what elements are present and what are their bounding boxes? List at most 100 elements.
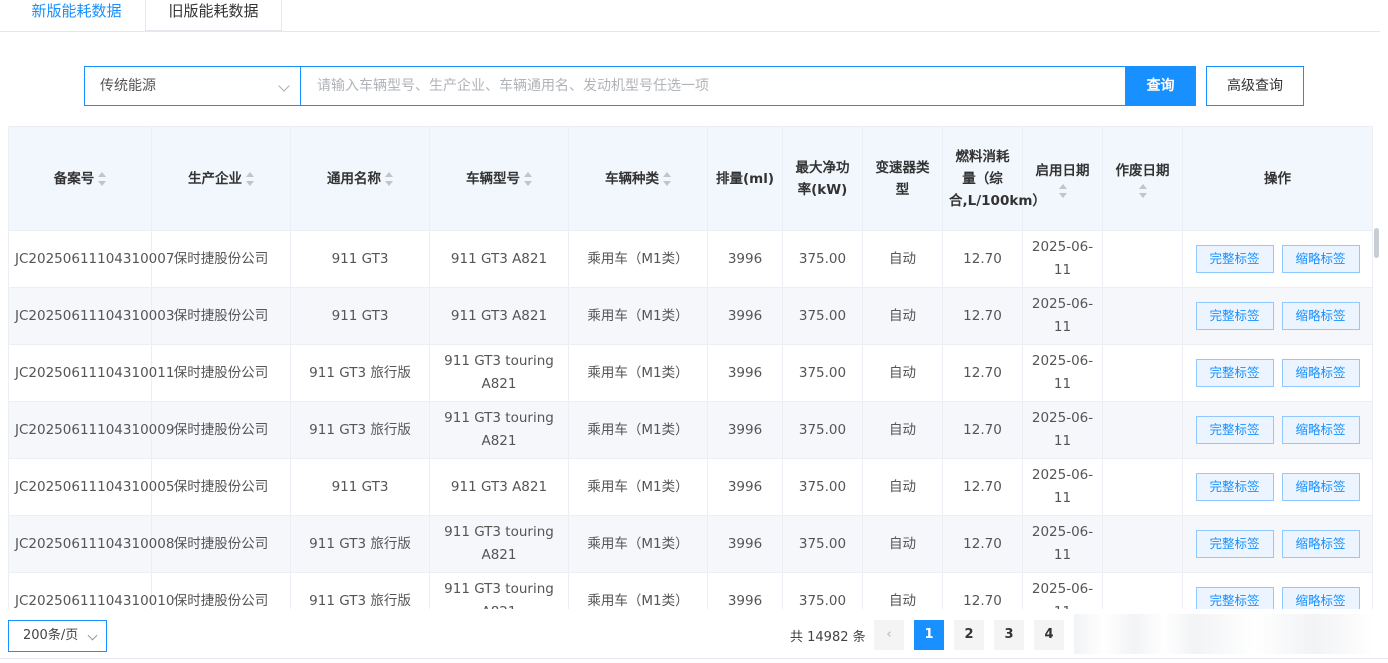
table-row: JC20250611104310009 保时捷股份公司 911 GT3 旅行版 911…	[8, 401, 1373, 459]
page-4-button[interactable]: 4	[1034, 620, 1064, 650]
sort-icon[interactable]	[1058, 183, 1067, 198]
total-count: 共 14982 条	[790, 630, 866, 645]
cell-vehicle-model: 911 GT3 touring A821	[429, 344, 569, 402]
advanced-query-button[interactable]: 高级查询	[1206, 66, 1304, 106]
col-header-vehicle-model[interactable]: 车辆型号	[429, 126, 569, 231]
table-row: JC20250611104310011 保时捷股份公司 911 GT3 旅行版 911…	[8, 344, 1373, 402]
page-size-select[interactable]: 200条/页	[8, 620, 107, 652]
cell-vehicle-category: 乘用车（M1类）	[568, 230, 708, 288]
col-header-max-power: 最大净功率(kW)	[782, 126, 863, 231]
chevron-down-icon	[87, 630, 98, 641]
cell-record-no: JC20250611104310008	[8, 515, 174, 573]
cell-vehicle-model: 911 GT3 A821	[429, 230, 569, 288]
full-label-button[interactable]: 完整标签	[1195, 416, 1274, 444]
cell-displacement: 3996	[707, 230, 783, 288]
cell-start-date: 2025-06-11	[1022, 287, 1103, 345]
sort-icon[interactable]	[524, 171, 532, 186]
page-1-button[interactable]: 1	[914, 620, 944, 650]
brief-label-button[interactable]: 缩略标签	[1281, 302, 1360, 330]
query-button[interactable]: 查询	[1125, 66, 1196, 106]
cell-transmission: 自动	[862, 515, 943, 573]
sort-icon[interactable]	[1138, 183, 1147, 198]
cell-common-name: 911 GT3 旅行版	[290, 344, 430, 402]
cell-max-power: 375.00	[782, 401, 863, 459]
col-header-vehicle-category[interactable]: 车辆种类	[568, 126, 708, 231]
cell-void-date	[1102, 344, 1183, 402]
cell-max-power: 375.00	[782, 458, 863, 516]
cell-vehicle-category: 乘用车（M1类）	[568, 401, 708, 459]
cell-common-name: 911 GT3	[290, 230, 430, 288]
cell-fuel-consumption: 12.70	[942, 458, 1023, 516]
cell-fuel-consumption: 12.70	[942, 515, 1023, 573]
tab-old-energy-data[interactable]: 旧版能耗数据	[145, 0, 282, 31]
cell-transmission: 自动	[862, 230, 943, 288]
cell-record-no: JC20250611104310009	[8, 401, 174, 459]
search-input[interactable]: 请输入车辆型号、生产企业、车辆通用名、发动机型号任选一项	[301, 66, 1126, 106]
cell-vehicle-category: 乘用车（M1类）	[568, 515, 708, 573]
cell-displacement: 3996	[707, 458, 783, 516]
blurred-pagination-area	[1074, 614, 1374, 654]
cell-fuel-consumption: 12.70	[942, 344, 1023, 402]
cell-displacement: 3996	[707, 515, 783, 573]
sort-icon[interactable]	[385, 171, 393, 186]
prev-page-button[interactable]: ‹	[874, 620, 904, 650]
page-2-button[interactable]: 2	[954, 620, 984, 650]
col-header-fuel-consumption: 燃料消耗量（综合,L/100km）	[942, 126, 1046, 231]
table-row: JC20250611104310008 保时捷股份公司 911 GT3 旅行版 911…	[8, 515, 1373, 573]
cell-record-no: JC20250611104310011	[8, 344, 174, 402]
cell-actions: 完整标签 缩略标签	[1182, 401, 1373, 459]
cell-fuel-consumption: 12.70	[942, 401, 1023, 459]
col-header-start-date[interactable]: 启用日期	[1022, 126, 1103, 231]
brief-label-button[interactable]: 缩略标签	[1281, 245, 1360, 273]
page-3-button[interactable]: 3	[994, 620, 1024, 650]
cell-displacement: 3996	[707, 344, 783, 402]
cell-void-date	[1102, 401, 1183, 459]
cell-common-name: 911 GT3 旅行版	[290, 401, 430, 459]
cell-actions: 完整标签 缩略标签	[1182, 515, 1373, 573]
cell-vehicle-category: 乘用车（M1类）	[568, 458, 708, 516]
col-header-manufacturer[interactable]: 生产企业	[151, 126, 291, 231]
col-header-void-date[interactable]: 作废日期	[1102, 126, 1183, 231]
full-label-button[interactable]: 完整标签	[1195, 530, 1274, 558]
cell-common-name: 911 GT3	[290, 458, 430, 516]
col-header-common-name[interactable]: 通用名称	[290, 126, 430, 231]
sort-icon[interactable]	[98, 171, 107, 186]
cell-start-date: 2025-06-11	[1022, 230, 1103, 288]
energy-type-select[interactable]: 传统能源	[84, 66, 301, 106]
col-header-record-no[interactable]: 备案号	[8, 126, 152, 231]
tab-new-energy-data[interactable]: 新版能耗数据	[8, 0, 145, 31]
cell-record-no: JC20250611104310005	[8, 458, 174, 516]
cell-vehicle-model: 911 GT3 touring A821	[429, 401, 569, 459]
cell-vehicle-category: 乘用车（M1类）	[568, 344, 708, 402]
cell-void-date	[1102, 230, 1183, 288]
cell-start-date: 2025-06-11	[1022, 458, 1103, 516]
cell-displacement: 3996	[707, 401, 783, 459]
brief-label-button[interactable]: 缩略标签	[1281, 473, 1360, 501]
cell-void-date	[1102, 287, 1183, 345]
cell-void-date	[1102, 515, 1183, 573]
cell-start-date: 2025-06-11	[1022, 344, 1103, 402]
brief-label-button[interactable]: 缩略标签	[1281, 416, 1360, 444]
cell-actions: 完整标签 缩略标签	[1182, 287, 1373, 345]
table-scrollbar[interactable]	[1374, 228, 1379, 258]
full-label-button[interactable]: 完整标签	[1195, 302, 1274, 330]
cell-actions: 完整标签 缩略标签	[1182, 458, 1373, 516]
cell-max-power: 375.00	[782, 344, 863, 402]
energy-data-table: 备案号 生产企业 通用名称 车辆型号 车辆种类 排量(ml) 最大净功率(kW)…	[8, 126, 1373, 630]
full-label-button[interactable]: 完整标签	[1195, 359, 1274, 387]
col-header-actions: 操作	[1182, 126, 1373, 231]
cell-vehicle-model: 911 GT3 touring A821	[429, 515, 569, 573]
cell-fuel-consumption: 12.70	[942, 287, 1023, 345]
cell-common-name: 911 GT3	[290, 287, 430, 345]
col-header-displacement: 排量(ml)	[707, 126, 783, 231]
full-label-button[interactable]: 完整标签	[1195, 473, 1274, 501]
full-label-button[interactable]: 完整标签	[1195, 245, 1274, 273]
cell-common-name: 911 GT3 旅行版	[290, 515, 430, 573]
sort-icon[interactable]	[246, 171, 254, 186]
sort-icon[interactable]	[663, 171, 671, 186]
brief-label-button[interactable]: 缩略标签	[1281, 530, 1360, 558]
cell-actions: 完整标签 缩略标签	[1182, 230, 1373, 288]
cell-displacement: 3996	[707, 287, 783, 345]
cell-transmission: 自动	[862, 401, 943, 459]
brief-label-button[interactable]: 缩略标签	[1281, 359, 1360, 387]
